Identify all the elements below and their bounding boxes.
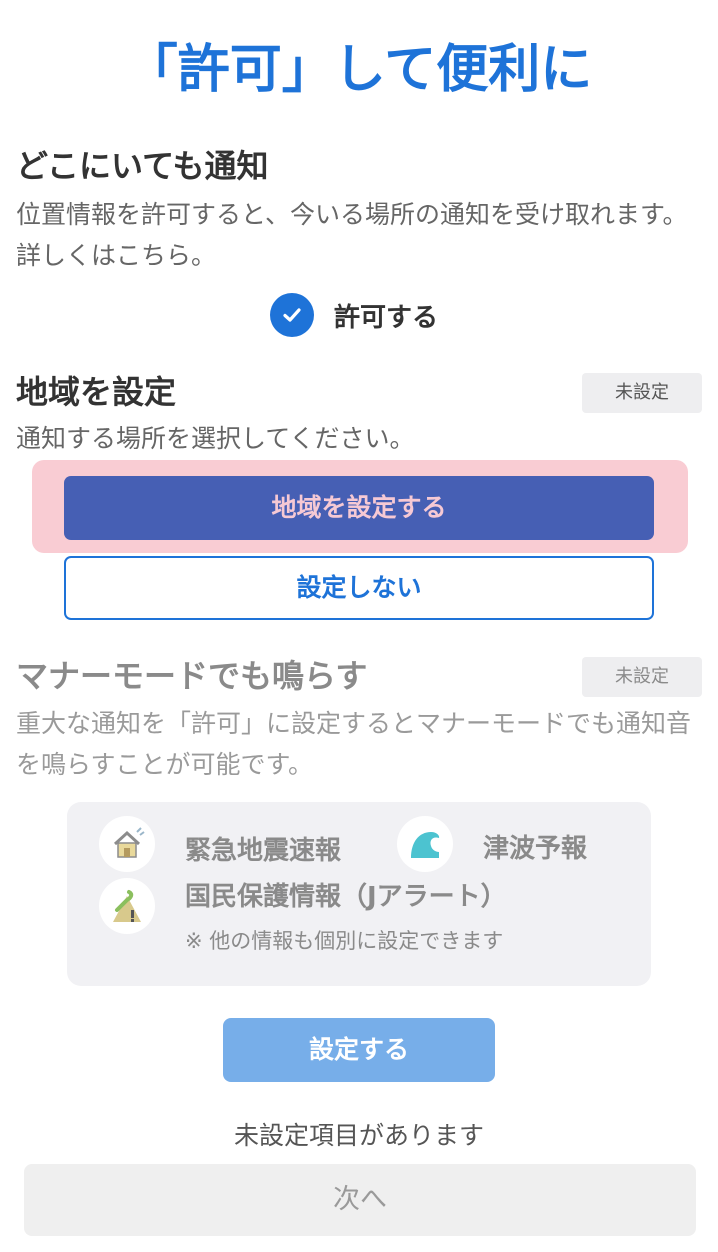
next-button[interactable]: 次へ (24, 1164, 696, 1236)
manner-mode-status-badge: 未設定 (582, 657, 702, 697)
manner-mode-description: 重大な通知を「許可」に設定するとマナーモードでも通知音を鳴らすことが可能です。 (16, 709, 692, 779)
tsunami-wave-icon (397, 816, 453, 872)
unset-items-notice: 未設定項目があります (233, 1121, 484, 1150)
critical-alerts-card: 緊急地震速報 津波予報 国民保護情報（Jアラート） ※ 他の情報も個別に設定でき… (67, 802, 651, 986)
manner-mode-heading: マナーモードでも鳴らす (16, 657, 368, 695)
alert-tsunami-label: 津波予報 (483, 834, 588, 864)
set-manner-mode-button[interactable]: 設定する (223, 1018, 495, 1082)
earthquake-house-icon (99, 816, 155, 872)
set-region-button[interactable]: 地域を設定する (64, 476, 654, 540)
skip-region-button[interactable]: 設定しない (64, 556, 654, 620)
region-heading: 地域を設定 (16, 373, 177, 411)
checkmark-icon[interactable] (270, 293, 314, 337)
page-title: 「許可」して便利に (125, 40, 593, 100)
region-description: 通知する場所を選択してください。 (16, 424, 415, 453)
permit-label: 許可する (334, 302, 439, 333)
permit-location-toggle[interactable]: 許可する (270, 292, 438, 338)
alert-note: ※ 他の情報も個別に設定できます (185, 929, 504, 953)
japan-alert-icon (99, 878, 155, 934)
alert-jalert-label: 国民保護情報（Jアラート） (185, 882, 507, 912)
alert-earthquake-label: 緊急地震速報 (185, 836, 342, 866)
notify-anywhere-heading: どこにいても通知 (16, 147, 269, 185)
notify-anywhere-description: 位置情報を許可すると、今いる場所の通知を受け取れます。詳しくはこちら。 (16, 200, 688, 270)
region-status-badge: 未設定 (582, 373, 702, 413)
